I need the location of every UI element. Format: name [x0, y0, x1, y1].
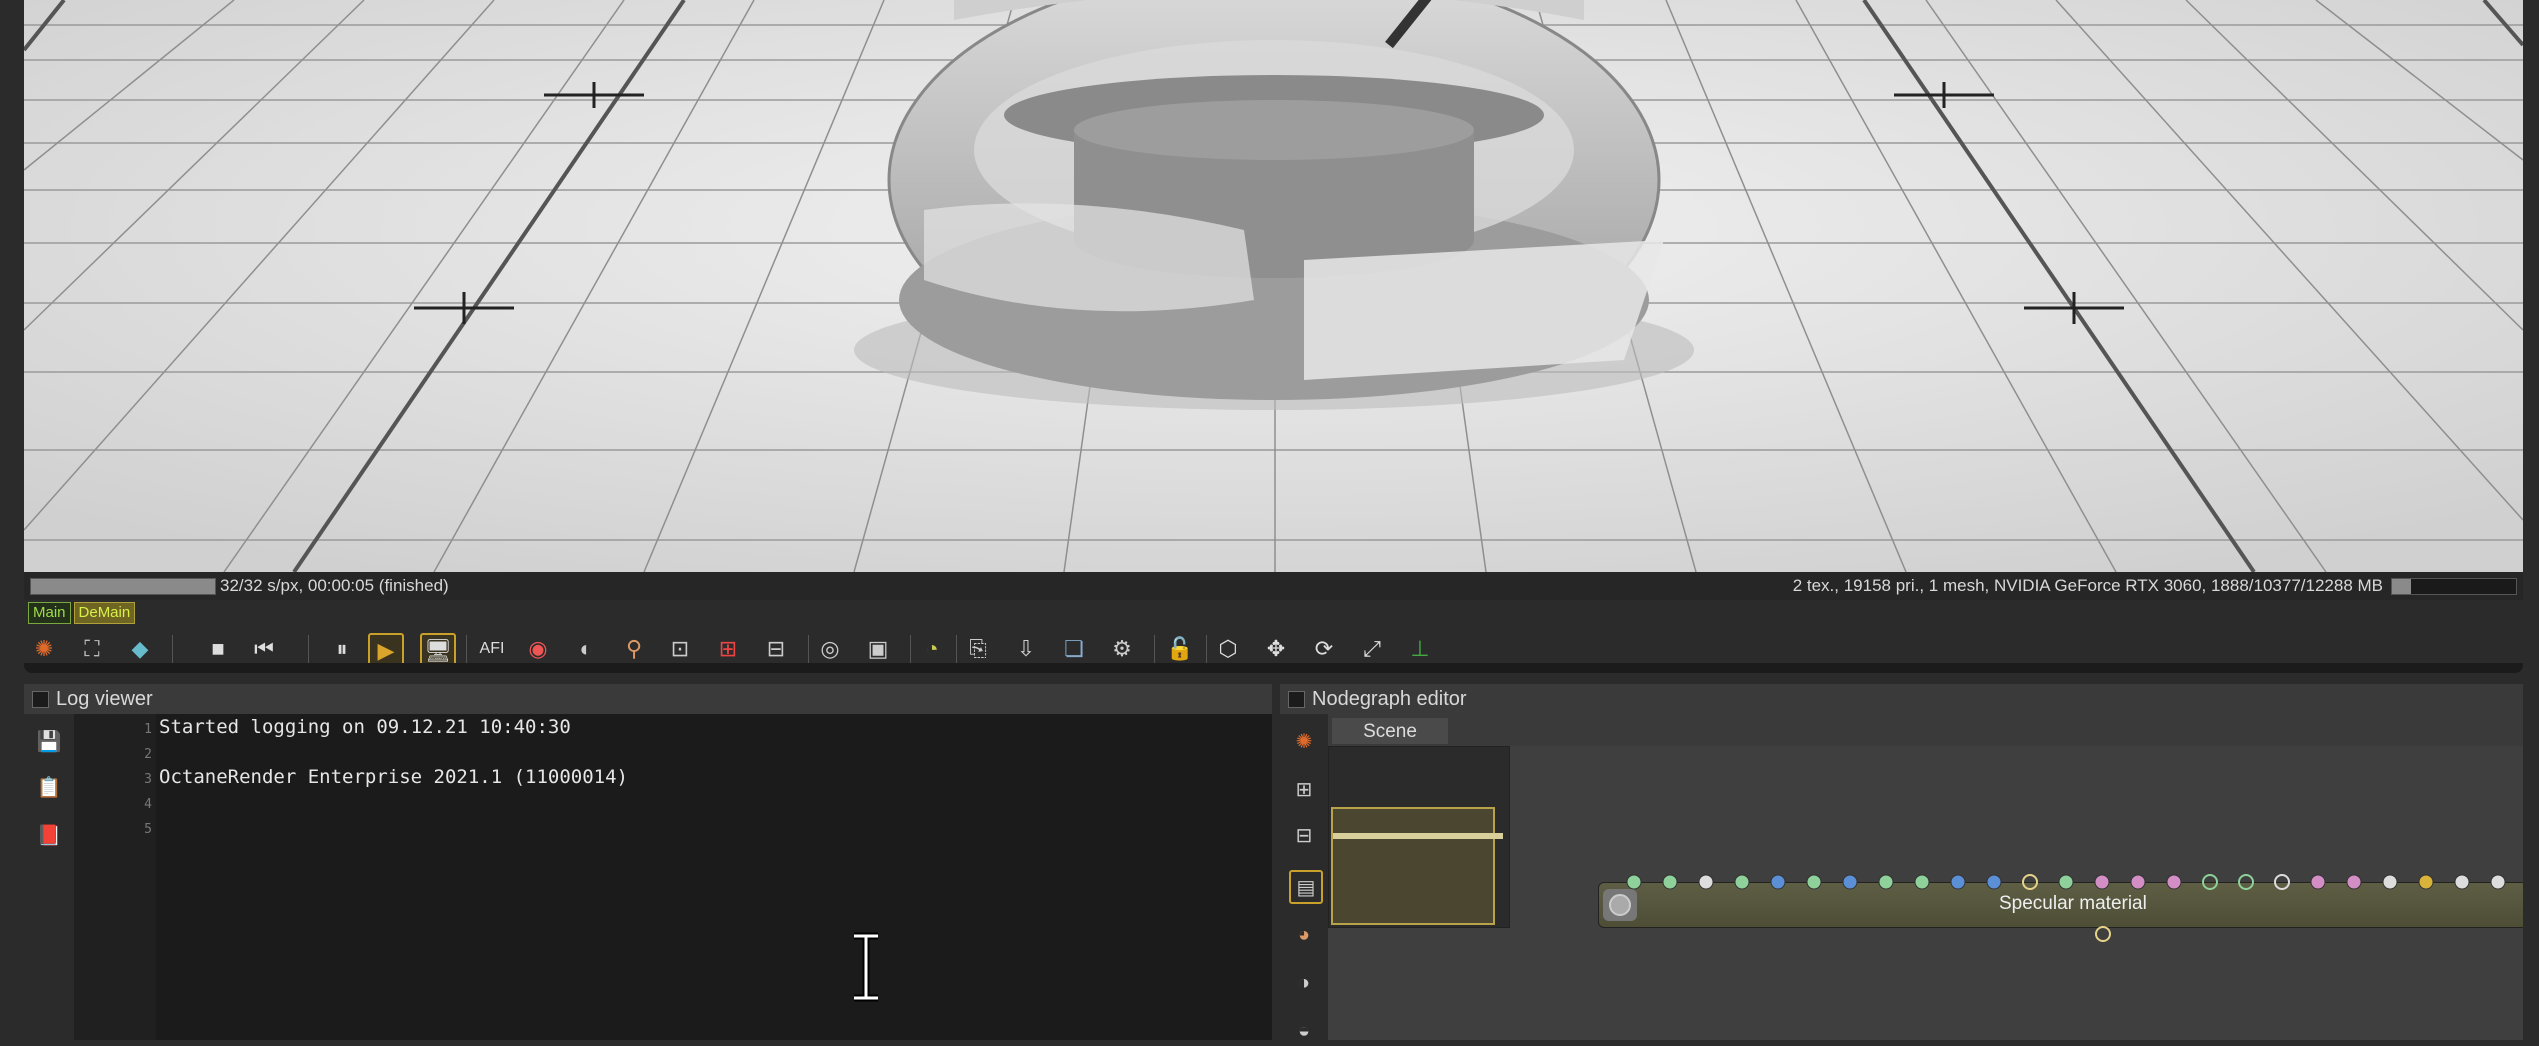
render-stats-text: 2 tex., 19158 pri., 1 mesh, NVIDIA GeFor…	[1792, 576, 2383, 595]
nodegraph-editor-title: Nodegraph editor	[1312, 688, 1467, 710]
navigator-minimap[interactable]	[1328, 746, 1510, 928]
texture-node-icon[interactable]: ◑	[1289, 968, 1319, 998]
viewport-resolution-icon[interactable]: ▣	[862, 633, 894, 665]
render-status-bar: 32/32 s/px, 00:00:05 (finished) 2 tex., …	[24, 572, 2523, 600]
fullscreen-icon[interactable]: ⤢	[1356, 633, 1388, 665]
tab-scene[interactable]: Scene	[1332, 718, 1448, 744]
afi-button[interactable]: AFI	[476, 633, 508, 665]
log-text-area[interactable]: Started logging on 09.12.21 10:40:30 Oct…	[156, 714, 1272, 1040]
nodegraph-editor-header: Nodegraph editor	[1280, 684, 2523, 714]
stop-icon[interactable]: ■	[202, 633, 234, 665]
line-number: 1	[144, 722, 152, 737]
white-balance-icon[interactable]: ⊞	[712, 633, 744, 665]
camera-view-icon[interactable]: ◎	[814, 633, 846, 665]
minimap-node	[1333, 833, 1503, 839]
octane-logo-icon[interactable]: ✺	[28, 633, 60, 665]
object-picker-icon[interactable]: ⚲	[618, 633, 650, 665]
line-number: 5	[144, 822, 152, 837]
render-progress-fill	[31, 579, 215, 594]
node-input-pins[interactable]	[1598, 868, 2523, 948]
performance-gauge-icon[interactable]: ◔	[916, 633, 948, 665]
log-viewer-title: Log viewer	[56, 688, 153, 710]
expand-nodes-icon[interactable]: ⊞	[1289, 774, 1319, 804]
copy-log-icon[interactable]: 📋	[34, 772, 64, 802]
focus-picker-icon[interactable]: ⊡	[664, 633, 696, 665]
scene-node-icon[interactable]: ▤	[1289, 870, 1323, 904]
log-viewer-header: Log viewer	[24, 684, 1272, 714]
log-line-gutter: 1 2 3 4 5	[74, 714, 156, 1040]
save-log-icon[interactable]: 💾	[34, 726, 64, 756]
render-progress-bar	[30, 578, 216, 595]
minimap-viewport[interactable]	[1331, 807, 1495, 925]
color-picker-icon[interactable]: ◉	[522, 633, 554, 665]
log-viewer-panel: Log viewer 💾 📋 📕 1 2 3 4 5 Started loggi…	[24, 684, 1272, 1040]
memory-usage-bar	[2391, 578, 2517, 595]
tab-demain[interactable]: DeMain	[73, 602, 136, 624]
axis-gizmo-icon[interactable]: ⊥	[1404, 633, 1436, 665]
clear-log-icon[interactable]: 📕	[34, 820, 64, 850]
render-samples-text: 32/32 s/px, 00:00:05 (finished)	[220, 576, 449, 595]
render-layers-icon[interactable]: ❏	[1058, 633, 1090, 665]
render-target-tabs: Main DeMain	[28, 602, 136, 624]
crop-icon[interactable]: ⊟	[760, 633, 792, 665]
cube-view-icon[interactable]: ⬡	[1212, 633, 1244, 665]
copy-to-clipboard-icon[interactable]: ⎘	[962, 633, 994, 665]
nodegraph-editor-panel: Nodegraph editor ✺ ⊞ ⊟ ▤ ◕ ◑ ◒ Scene Spe…	[1280, 684, 2523, 1042]
nodegraph-sidebar: ✺ ⊞ ⊟ ▤ ◕ ◑ ◒	[1280, 714, 1328, 1042]
log-viewer-checkbox[interactable]	[32, 691, 49, 708]
render-image	[24, 0, 2523, 572]
geometry-node-icon[interactable]: ◒	[1289, 1016, 1319, 1046]
nodegraph-canvas[interactable]: Scene Specular material	[1328, 714, 2523, 1040]
collapse-nodes-icon[interactable]: ⊟	[1289, 820, 1319, 850]
material-picker-icon[interactable]: ◐	[570, 633, 602, 665]
lock-icon[interactable]: 🔓	[1164, 633, 1196, 665]
octane-node-icon[interactable]: ✺	[1289, 726, 1319, 756]
pause-icon[interactable]: ⏸	[326, 633, 358, 665]
tab-main[interactable]: Main	[28, 602, 71, 624]
log-line: Started logging on 09.12.21 10:40:30	[159, 716, 571, 738]
line-number: 4	[144, 797, 152, 812]
memory-usage-fill	[2392, 579, 2411, 594]
region-select-icon[interactable]: ⛶	[76, 633, 108, 665]
material-node-icon[interactable]: ◕	[1289, 920, 1319, 950]
nodegraph-checkbox[interactable]	[1288, 691, 1305, 708]
rotate-icon[interactable]: ⟳	[1308, 633, 1340, 665]
render-viewport[interactable]	[24, 0, 2523, 572]
settings-icon[interactable]: ⚙	[1106, 633, 1138, 665]
nodegraph-area[interactable]: Specular material	[1328, 746, 2523, 1040]
move-icon[interactable]: ✥	[1260, 633, 1292, 665]
text-cursor-icon	[854, 932, 878, 1002]
save-render-icon[interactable]: ⇩	[1010, 633, 1042, 665]
color-cube-icon[interactable]: ◆	[124, 633, 156, 665]
line-number: 3	[144, 772, 152, 787]
log-line: OctaneRender Enterprise 2021.1 (11000014…	[159, 766, 628, 788]
line-number: 2	[144, 747, 152, 762]
log-viewer-sidebar: 💾 📋 📕	[24, 714, 74, 1040]
toolbar-bottom-edge	[24, 663, 2523, 673]
restart-icon[interactable]: ⏮	[248, 633, 280, 665]
